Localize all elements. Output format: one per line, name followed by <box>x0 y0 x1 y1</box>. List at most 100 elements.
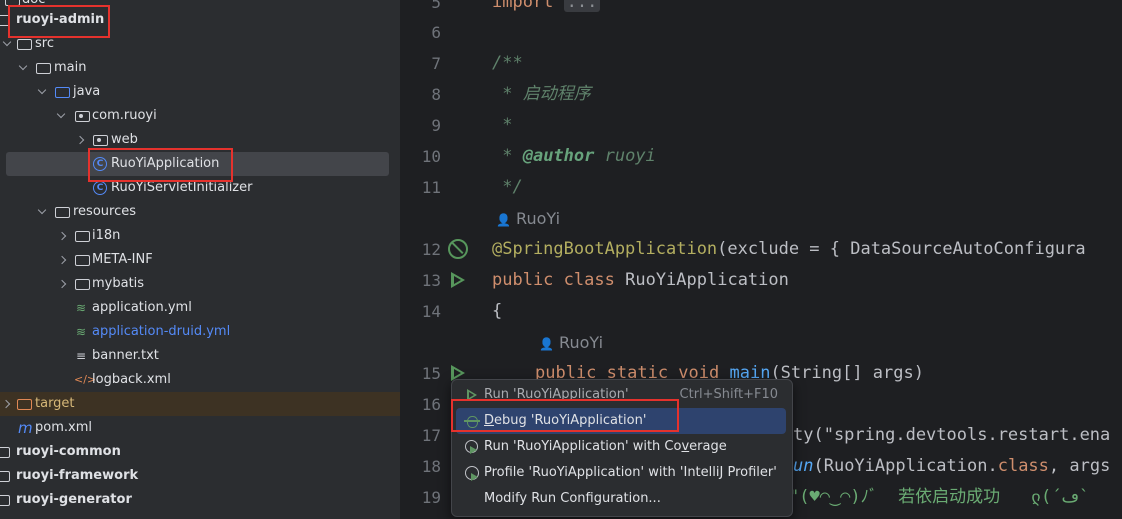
folder-icon <box>74 224 90 248</box>
tree-item-ruoyi-generator[interactable]: ruoyi-generator <box>0 488 400 512</box>
author-inlay-hint[interactable]: 👤 RuoYi <box>539 327 603 358</box>
tree-item-java[interactable]: java <box>0 80 400 104</box>
code-line-10: * @author ruoyi <box>492 146 656 166</box>
tree-item-application-yml[interactable]: ≋ application.yml <box>0 296 400 320</box>
tree-item-label: target <box>35 396 75 411</box>
code-line-9: * <box>492 115 513 135</box>
menu-item-label: Profile 'RuoYiApplication' with 'Intelli… <box>484 465 777 480</box>
tree-item-label: pom.xml <box>35 420 92 435</box>
menu-item-modify-run-configuration[interactable]: Modify Run Configuration... <box>456 486 786 512</box>
code-line-8: * 启动程序 <box>492 84 591 104</box>
tree-item-label: application-druid.yml <box>92 324 231 339</box>
tree-item-pom-xml[interactable]: m pom.xml <box>0 416 400 440</box>
module-folder-icon <box>0 488 10 512</box>
tree-item-target[interactable]: target <box>0 392 400 416</box>
maven-icon: m <box>18 419 33 437</box>
chevron-down-icon[interactable] <box>18 56 30 80</box>
line-number: 13 <box>421 271 441 290</box>
code-line-5: import ... <box>492 0 601 18</box>
folded-imports[interactable]: ... <box>563 0 601 12</box>
line-number: 8 <box>431 85 441 104</box>
shortcut-label: Ctrl+Shift+F10 <box>679 387 778 402</box>
tree-item-label: java <box>73 84 101 99</box>
tree-item-mybatis[interactable]: mybatis <box>0 272 400 296</box>
source-folder-icon <box>54 80 70 104</box>
code-line-11: */ <box>492 177 523 197</box>
user-icon: 👤 <box>496 213 511 227</box>
line-number: 9 <box>431 116 441 135</box>
text-file-icon: ≡ <box>76 349 87 363</box>
code-line-7: /** <box>492 53 523 73</box>
code-line-18: un(RuoYiApplication.class, args <box>793 456 1111 476</box>
annotation-box-module <box>8 5 110 38</box>
tree-item-label: mybatis <box>92 276 145 291</box>
tree-item-ruoyi-framework[interactable]: ruoyi-framework <box>0 464 400 488</box>
line-number: 10 <box>421 147 441 166</box>
line-number: 18 <box>421 457 441 476</box>
tree-item-label: logback.xml <box>92 372 171 387</box>
tree-item-resources[interactable]: resources <box>0 200 400 224</box>
line-number: 7 <box>431 54 441 73</box>
profiler-icon <box>464 465 480 481</box>
user-icon: 👤 <box>539 337 554 351</box>
folder-icon <box>74 248 90 272</box>
tree-item-banner-txt[interactable]: ≡ banner.txt <box>0 344 400 368</box>
tree-item-label: application.yml <box>92 300 192 315</box>
chevron-down-icon[interactable] <box>37 80 49 104</box>
tree-item-label: ruoyi-generator <box>16 492 132 507</box>
code-line-14: { <box>492 301 503 321</box>
line-number: 19 <box>421 488 441 507</box>
chevron-down-icon[interactable] <box>56 104 68 128</box>
tree-item-logback-xml[interactable]: </> logback.xml <box>0 368 400 392</box>
tree-item-label: banner.txt <box>92 348 159 363</box>
tree-item-i18n[interactable]: i18n <box>0 224 400 248</box>
excluded-folder-icon <box>16 392 32 416</box>
chevron-right-icon[interactable] <box>76 128 88 152</box>
tree-item-application-druid-yml[interactable]: ≋ application-druid.yml <box>0 320 400 344</box>
annotation-box-main-class <box>88 148 233 182</box>
line-number: 17 <box>421 426 441 445</box>
resources-folder-icon <box>54 200 70 224</box>
xml-file-icon: </> <box>74 373 97 386</box>
tree-item-meta-inf[interactable]: META-INF <box>0 248 400 272</box>
run-gutter-icon[interactable] <box>447 270 467 290</box>
yaml-file-icon: ≋ <box>76 301 87 315</box>
project-tree-panel: doc ruoyi-admin src main java com.ruoyi … <box>0 0 400 519</box>
menu-item-profile[interactable]: Profile 'RuoYiApplication' with 'Intelli… <box>456 460 786 486</box>
line-number: 12 <box>421 240 441 259</box>
menu-item-run-with-coverage[interactable]: Run 'RuoYiApplication' with Coverage <box>456 434 786 460</box>
chevron-right-icon[interactable] <box>2 392 14 416</box>
line-number: 6 <box>431 23 441 42</box>
spring-boot-icon[interactable] <box>447 238 468 259</box>
line-number: 5 <box>431 0 441 12</box>
line-number: 15 <box>421 364 441 383</box>
coverage-icon <box>464 439 480 455</box>
chevron-right-icon[interactable] <box>58 248 70 272</box>
chevron-right-icon[interactable] <box>58 224 70 248</box>
code-line-13: public class RuoYiApplication <box>492 270 789 290</box>
author-inlay-hint[interactable]: 👤 RuoYi <box>496 203 560 234</box>
code-line-17: ty("spring.devtools.restart.ena <box>793 425 1111 445</box>
code-line-19: "(♥◠‿◠)ﾉﾞ 若依启动成功 ლ(´ڡ` <box>789 487 1090 507</box>
chevron-right-icon[interactable] <box>58 272 70 296</box>
tree-item-label: main <box>54 60 87 75</box>
tree-item-label: ruoyi-common <box>16 444 121 459</box>
chevron-down-icon[interactable] <box>37 200 49 224</box>
line-number: 16 <box>421 395 441 414</box>
package-icon <box>74 104 90 128</box>
tree-item-label: i18n <box>92 228 121 243</box>
tree-item-ruoyi-common[interactable]: ruoyi-common <box>0 440 400 464</box>
line-number: 11 <box>421 178 441 197</box>
tree-item-com-ruoyi[interactable]: com.ruoyi <box>0 104 400 128</box>
folder-icon <box>74 272 90 296</box>
line-number: 14 <box>421 302 441 321</box>
annotation-box-debug <box>451 399 679 432</box>
module-folder-icon <box>0 464 10 488</box>
tree-item-label: resources <box>73 204 137 219</box>
folder-icon <box>35 56 51 80</box>
tree-item-main[interactable]: main <box>0 56 400 80</box>
tree-item-label: ruoyi-framework <box>16 468 139 483</box>
menu-item-label: Run 'RuoYiApplication' with Coverage <box>484 439 727 454</box>
yaml-file-icon: ≋ <box>76 325 87 339</box>
menu-item-label: Modify Run Configuration... <box>484 491 661 506</box>
